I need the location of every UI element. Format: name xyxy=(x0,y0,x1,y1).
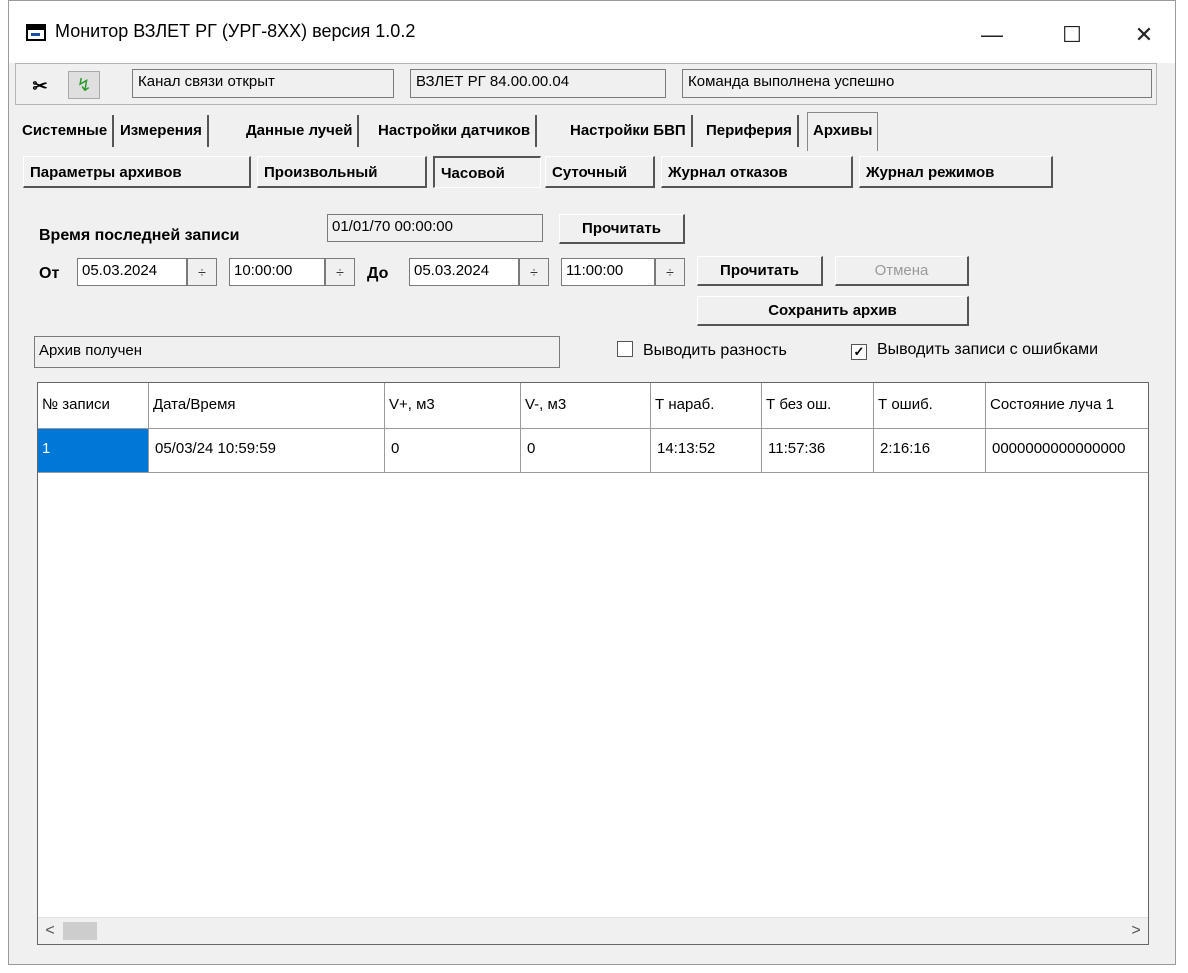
scroll-thumb[interactable] xyxy=(63,922,97,940)
tab-hourly[interactable]: Часовой xyxy=(433,156,541,188)
col-t-run[interactable]: Т нараб. xyxy=(651,383,762,429)
cell-record-no[interactable]: 1 xyxy=(38,429,149,473)
device-version-field: ВЗЛЕТ РГ 84.00.00.04 xyxy=(410,69,666,98)
show-difference-box[interactable] xyxy=(617,341,633,357)
main-window: Монитор ВЗЛЕТ РГ (УРГ-8XX) версия 1.0.2 … xyxy=(8,0,1176,965)
tab-sensor-settings[interactable]: Настройки датчиков xyxy=(373,115,538,147)
connection-toolbar: ✂ ↯ Канал связи открыт ВЗЛЕТ РГ 84.00.00… xyxy=(15,63,1157,105)
table-row[interactable]: 1 05/03/24 10:59:59 0 0 14:13:52 11:57:3… xyxy=(38,429,1148,473)
to-time-spinner[interactable]: ÷ xyxy=(655,258,685,286)
tab-mode-log[interactable]: Журнал режимов xyxy=(859,156,1053,188)
save-archive-button[interactable]: Сохранить архив xyxy=(697,296,969,326)
tab-archive-params[interactable]: Параметры архивов xyxy=(23,156,251,188)
disconnect-icon[interactable]: ✂ xyxy=(28,74,52,98)
check-icon[interactable]: ✓ xyxy=(851,344,867,360)
cell-t-run[interactable]: 14:13:52 xyxy=(651,429,762,473)
command-status-field: Команда выполнена успешно xyxy=(682,69,1152,98)
archive-status-field: Архив получен xyxy=(34,336,560,368)
col-t-error[interactable]: Т ошиб. xyxy=(874,383,986,429)
col-record-no[interactable]: № записи xyxy=(38,383,149,429)
tab-failure-log[interactable]: Журнал отказов xyxy=(661,156,853,188)
connect-icon[interactable]: ↯ xyxy=(68,71,100,99)
tab-measurements[interactable]: Измерения xyxy=(115,115,209,147)
from-time-field[interactable]: 10:00:00 xyxy=(229,258,325,286)
read-last-record-button[interactable]: Прочитать xyxy=(559,214,685,244)
tab-bvp-settings[interactable]: Настройки БВП xyxy=(565,115,693,147)
col-t-no-error[interactable]: Т без ош. xyxy=(762,383,874,429)
cell-t-error[interactable]: 2:16:16 xyxy=(874,429,986,473)
last-record-label: Время последней записи xyxy=(39,227,240,244)
tab-daily[interactable]: Суточный xyxy=(545,156,655,188)
read-range-button[interactable]: Прочитать xyxy=(697,256,823,286)
cell-t-no-error[interactable]: 11:57:36 xyxy=(762,429,874,473)
show-error-records-checkbox[interactable]: ✓ Выводить записи с ошибками xyxy=(851,341,1098,360)
cell-v-plus[interactable]: 0 xyxy=(385,429,521,473)
from-date-field[interactable]: 05.03.2024 xyxy=(77,258,187,286)
col-beam1-state[interactable]: Состояние луча 1 xyxy=(986,383,1148,429)
scroll-left-icon[interactable]: < xyxy=(38,918,62,944)
horizontal-scrollbar[interactable]: < > xyxy=(38,917,1148,944)
from-label: От xyxy=(39,265,60,282)
cancel-button[interactable]: Отмена xyxy=(835,256,969,286)
tab-arbitrary[interactable]: Произвольный xyxy=(257,156,427,188)
title-bar: Монитор ВЗЛЕТ РГ (УРГ-8XX) версия 1.0.2 … xyxy=(9,1,1175,63)
to-label: До xyxy=(367,265,389,282)
show-error-records-label: Выводить записи с ошибками xyxy=(877,341,1099,358)
to-date-spinner[interactable]: ÷ xyxy=(519,258,549,286)
tab-archives[interactable]: Архивы xyxy=(807,112,879,151)
channel-status-field: Канал связи открыт xyxy=(132,69,394,98)
scroll-right-icon[interactable]: > xyxy=(1124,918,1148,944)
minimize-button[interactable]: — xyxy=(969,15,1015,55)
from-date-spinner[interactable]: ÷ xyxy=(187,258,217,286)
col-datetime[interactable]: Дата/Время xyxy=(149,383,385,429)
tab-beam-data[interactable]: Данные лучей xyxy=(241,115,360,147)
show-difference-checkbox[interactable]: Выводить разность xyxy=(617,341,787,360)
to-time-field[interactable]: 11:00:00 xyxy=(561,258,655,286)
archive-table[interactable]: № записи Дата/Время V+, м3 V-, м3 Т нара… xyxy=(37,382,1149,945)
to-date-field[interactable]: 05.03.2024 xyxy=(409,258,519,286)
tab-peripherals[interactable]: Периферия xyxy=(701,115,799,147)
cell-datetime[interactable]: 05/03/24 10:59:59 xyxy=(149,429,385,473)
table-header: № записи Дата/Время V+, м3 V-, м3 Т нара… xyxy=(38,383,1148,429)
from-time-spinner[interactable]: ÷ xyxy=(325,258,355,286)
window-title: Монитор ВЗЛЕТ РГ (УРГ-8XX) версия 1.0.2 xyxy=(55,21,416,41)
col-v-minus[interactable]: V-, м3 xyxy=(521,383,651,429)
maximize-button[interactable]: ☐ xyxy=(1049,15,1095,55)
close-button[interactable]: ✕ xyxy=(1121,15,1167,55)
cell-v-minus[interactable]: 0 xyxy=(521,429,651,473)
show-difference-label: Выводить разность xyxy=(643,342,787,359)
cell-beam1-state[interactable]: 0000000000000000 xyxy=(986,429,1148,473)
last-record-value: 01/01/70 00:00:00 xyxy=(327,214,543,242)
tab-system[interactable]: Системные xyxy=(17,115,115,147)
col-v-plus[interactable]: V+, м3 xyxy=(385,383,521,429)
app-icon[interactable] xyxy=(26,24,46,41)
